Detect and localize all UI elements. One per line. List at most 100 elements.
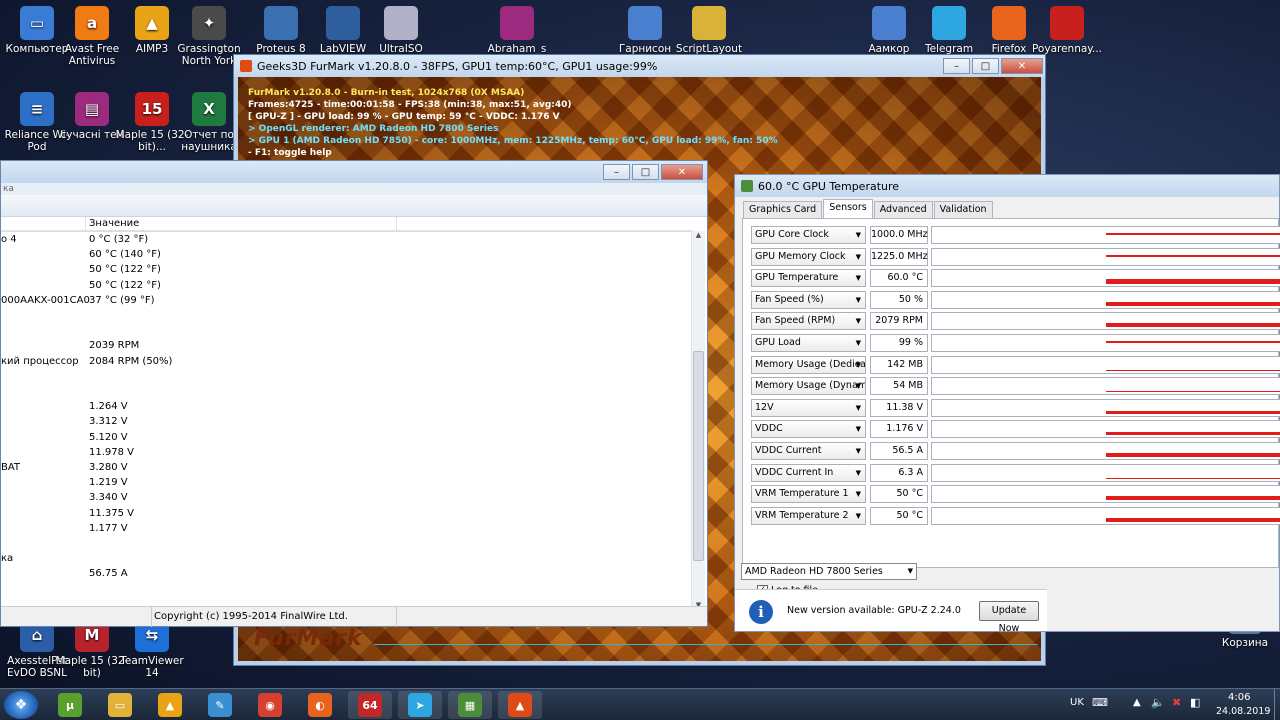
gpu-select[interactable]: AMD Radeon HD 7800 Series ▼ — [741, 563, 917, 580]
sensor-name: 12V — [755, 401, 774, 413]
table-row[interactable]: BAT 3.280 V — [1, 462, 693, 477]
table-row[interactable]: 2039 RPM — [1, 340, 693, 355]
sensor-name-dropdown[interactable]: VDDC Current ▼ — [751, 442, 866, 460]
table-row[interactable] — [1, 538, 693, 553]
tab-validation[interactable]: Validation — [933, 201, 993, 218]
table-row[interactable]: кий процессор 2084 RPM (50%) — [1, 356, 693, 371]
sensor-name-dropdown[interactable]: VRM Temperature 2 ▼ — [751, 506, 866, 525]
table-row[interactable]: о 4 0 °C (32 °F) — [1, 234, 693, 249]
keyboard-icon[interactable]: ⌨ — [1092, 696, 1108, 709]
table-row[interactable]: 3.312 V — [1, 416, 693, 431]
table-row[interactable]: 1.264 V — [1, 401, 693, 416]
sensor-graph — [931, 312, 1280, 331]
desktop-app-icon: ≡ — [20, 92, 54, 126]
sensor-name-dropdown[interactable]: 12V ▼ — [751, 398, 866, 417]
close-button[interactable]: ✕ — [661, 164, 703, 180]
tab-advanced[interactable]: Advanced — [873, 201, 933, 218]
table-row[interactable]: 3.340 V — [1, 492, 693, 507]
table-row[interactable]: 11.978 V — [1, 447, 693, 462]
sensor-name-dropdown[interactable]: VRM Temperature 1 ▼ — [751, 485, 866, 504]
update-now-button[interactable]: Update Now — [979, 601, 1039, 634]
sensor-name-dropdown[interactable]: VDDC ▼ — [751, 420, 866, 439]
start-button[interactable]: ❖ — [4, 691, 38, 719]
furmark-titlebar[interactable]: Geeks3D FurMark v1.20.8.0 - 38FPS, GPU1 … — [234, 55, 1045, 77]
maximize-button[interactable]: □ — [972, 58, 999, 74]
sensor-name-dropdown[interactable]: VDDC Current In ▼ — [751, 463, 866, 482]
maximize-button[interactable]: □ — [632, 164, 659, 180]
tab-sensors[interactable]: Sensors — [823, 199, 873, 218]
table-row[interactable]: 5.120 V — [1, 432, 693, 447]
taskbar-paint-button[interactable]: ✎ — [198, 691, 242, 719]
aida64-titlebar[interactable]: – □ ✕ — [1, 161, 707, 183]
clock-time[interactable]: 4:06 — [1228, 692, 1250, 703]
table-row[interactable] — [1, 325, 693, 340]
table-row[interactable]: 11.375 V — [1, 508, 693, 523]
desktop-icon[interactable]: Гарнисон — [608, 6, 682, 55]
sensor-name-dropdown[interactable]: GPU Load ▼ — [751, 334, 866, 352]
table-row[interactable]: 50 °C (122 °F) — [1, 280, 693, 295]
minimize-button[interactable]: – — [943, 58, 970, 74]
sensor-name: VDDC Current — [755, 445, 822, 456]
antivirus-tray-icon[interactable]: ◧ — [1190, 696, 1200, 709]
show-desktop-button[interactable] — [1274, 689, 1280, 720]
sensor-name-dropdown[interactable]: GPU Memory Clock ▼ — [751, 247, 866, 266]
minimize-button[interactable]: – — [603, 164, 630, 180]
desktop-icon[interactable]: Poyarennay... — [1030, 6, 1104, 55]
sensor-name-dropdown[interactable]: Fan Speed (RPM) ▼ — [751, 312, 866, 331]
desktop-icon[interactable]: ScriptLayout — [672, 6, 746, 55]
sensor-name-dropdown[interactable]: Memory Usage (Dedicated)▼ — [751, 355, 866, 374]
furmark-overlay-line: [ GPU-Z ] - GPU load: 99 % - GPU temp: 5… — [248, 112, 560, 122]
tab-graphics-card[interactable]: Graphics Card — [743, 201, 823, 218]
taskbar-furmark-button[interactable]: ▲ — [498, 691, 542, 719]
close-button[interactable]: ✕ — [1001, 58, 1043, 74]
speaker-icon[interactable]: 🔈 — [1151, 696, 1165, 709]
table-row[interactable]: 000AAKX-001CA0 37 °C (99 °F) — [1, 295, 693, 310]
chevron-up-icon[interactable]: ▲ — [1133, 697, 1141, 708]
copyright-text: Copyright (c) 1995-2014 FinalWire Ltd. — [154, 611, 348, 622]
table-row[interactable]: 60 °C (140 °F) — [1, 249, 693, 264]
scrollbar-thumb[interactable] — [693, 351, 704, 561]
sensor-value: 56.75 A — [89, 568, 128, 580]
gpuz-window[interactable]: 60.0 °C GPU Temperature Graphics Card Sen… — [734, 174, 1280, 634]
column-value-header[interactable]: Значение — [89, 218, 139, 229]
table-row[interactable] — [1, 371, 693, 386]
sensor-name-dropdown[interactable]: Fan Speed (%) ▼ — [751, 290, 866, 309]
table-row[interactable]: 1.219 V — [1, 477, 693, 492]
network-error-icon[interactable]: ✖ — [1172, 696, 1181, 709]
chevron-down-icon: ▼ — [855, 425, 861, 434]
desktop-icon[interactable]: ⇆ TeamViewer 14 — [115, 618, 189, 679]
aimp-icon: ▲ — [158, 693, 182, 717]
table-row[interactable]: 56.75 A — [1, 568, 693, 583]
furmark-overlay-line: FurMark v1.20.8.0 - Burn-in test, 1024x7… — [248, 88, 525, 98]
table-row[interactable]: 50 °C (122 °F) — [1, 264, 693, 279]
taskbar-explorer-button[interactable]: ▭ — [98, 691, 142, 719]
gpuz-titlebar[interactable]: 60.0 °C GPU Temperature — [735, 175, 1279, 197]
desktop-app-icon — [872, 6, 906, 40]
taskbar-aimp-button[interactable]: ▲ — [148, 691, 192, 719]
taskbar-firefox-button[interactable]: ◐ — [298, 691, 342, 719]
taskbar-telegram-button[interactable]: ➤ — [398, 691, 442, 719]
table-row[interactable] — [1, 310, 693, 325]
sensor-name-dropdown[interactable]: Memory Usage (Dynamic)▼ — [751, 377, 866, 396]
taskbar-gpuz-button[interactable]: ▦ — [448, 691, 492, 719]
table-row[interactable]: 1.177 V — [1, 523, 693, 538]
chevron-down-icon: ▼ — [855, 403, 861, 412]
sensor-name-dropdown[interactable]: GPU Core Clock ▼ — [751, 226, 866, 244]
sensor-name: ка — [1, 553, 14, 565]
aida64-window[interactable]: – □ ✕ ка Значение о 4 0 °C (32 °F) 60 °C (… — [0, 160, 708, 627]
table-row[interactable] — [1, 386, 693, 401]
vertical-scrollbar[interactable]: ▲ ▼ — [691, 231, 705, 609]
taskbar-utorrent-button[interactable]: µ — [48, 691, 92, 719]
aida64-column-header[interactable]: Значение — [1, 217, 693, 231]
chevron-down-icon: ▼ — [855, 490, 861, 499]
taskbar-aida64-button[interactable]: 64 — [348, 691, 392, 719]
language-indicator[interactable]: UK — [1070, 697, 1084, 708]
sensor-name-dropdown[interactable]: GPU Temperature ▼ — [751, 269, 866, 288]
desktop-icon[interactable]: UltraISO — [364, 6, 438, 55]
aida64-sensor-list[interactable]: о 4 0 °C (32 °F) 60 °C (140 °F) 50 °C (122 … — [1, 231, 693, 609]
clock-date[interactable]: 24.08.2019 — [1216, 706, 1270, 717]
desktop-icon[interactable]: Abraham_s — [480, 6, 554, 55]
table-row[interactable]: ка — [1, 553, 693, 568]
desktop-app-icon — [692, 6, 726, 40]
taskbar-chrome-button[interactable]: ◉ — [248, 691, 292, 719]
